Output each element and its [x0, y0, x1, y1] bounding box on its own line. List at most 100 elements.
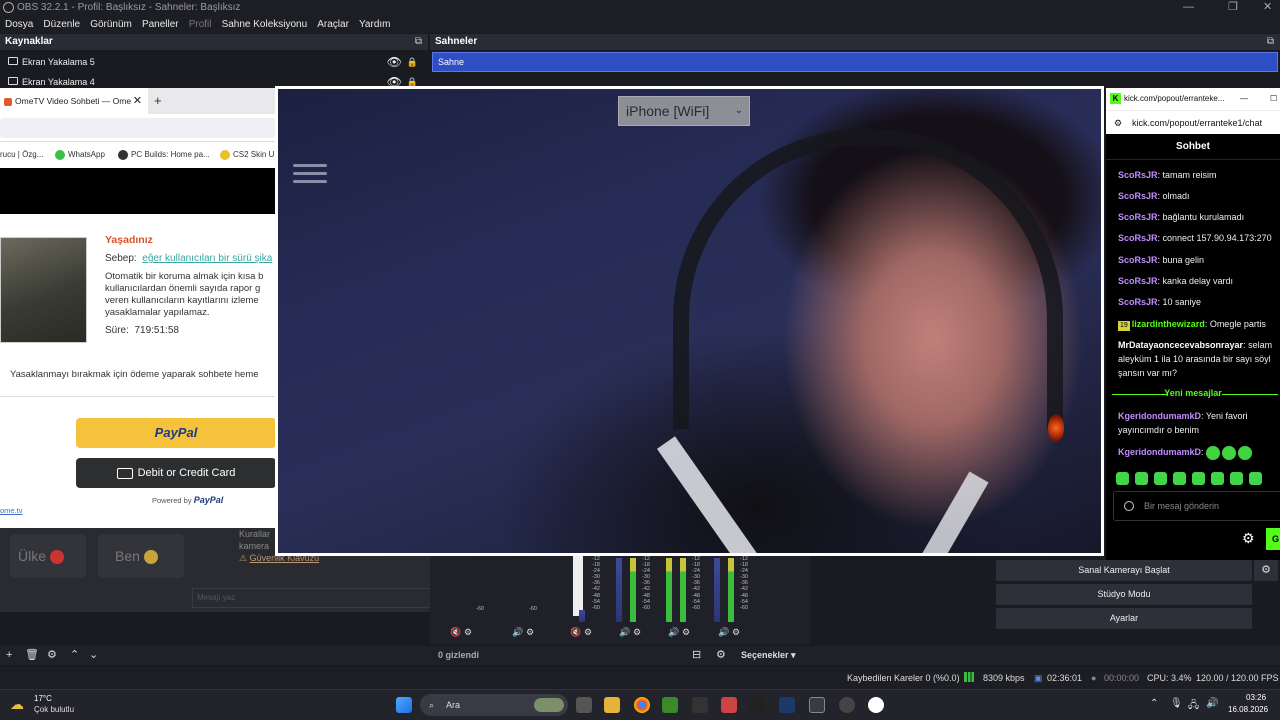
menu-docks[interactable]: Paneller	[142, 19, 179, 30]
maximize-icon[interactable]: ☐	[1270, 88, 1277, 110]
minimize-icon[interactable]: —	[1183, 0, 1194, 15]
chrome-icon[interactable]	[634, 697, 650, 713]
emoji-icon[interactable]	[1124, 501, 1134, 511]
chevron-down-icon[interactable]: ⌄	[89, 646, 98, 665]
trash-icon[interactable]: 🗑	[25, 646, 39, 665]
brave-icon[interactable]	[721, 697, 737, 713]
options-menu[interactable]: Seçenekler ▾	[741, 646, 796, 665]
epic-icon[interactable]	[692, 697, 708, 713]
me-button[interactable]: Ben	[98, 534, 184, 578]
emote-icon[interactable]	[1249, 472, 1262, 485]
country-button[interactable]: Ülke	[10, 534, 86, 578]
mixer-gear-icon[interactable]: ⚙	[633, 627, 641, 638]
browser-tab[interactable]: OmeTV Video Sohbeti — Ome ✕	[0, 88, 148, 114]
maximize-icon[interactable]: ❐	[1228, 0, 1238, 15]
tab-close-icon[interactable]: ✕	[133, 88, 142, 114]
paypal-button[interactable]: PayPal	[76, 418, 276, 448]
chat-username[interactable]: MrDatayaoncecevabsonrayar	[1118, 340, 1243, 350]
minimize-icon[interactable]: —	[1240, 88, 1248, 110]
studio-mode-button[interactable]: Stüdyo Modu	[996, 584, 1252, 605]
mixer-gear-icon[interactable]: ⚙	[464, 627, 472, 638]
add-icon[interactable]: +	[6, 646, 12, 665]
task-view-icon[interactable]	[576, 697, 592, 713]
reason-link[interactable]: eğer kullanıcıları bir sürü şika	[142, 253, 272, 264]
ometv-link[interactable]: ome.tv	[0, 506, 23, 515]
bookmark-item[interactable]: WhatsApp	[55, 142, 105, 168]
menu-profile[interactable]: Profil	[189, 19, 212, 30]
app2-icon[interactable]	[868, 697, 884, 713]
menu-view[interactable]: Görünüm	[90, 19, 132, 30]
emote-icon[interactable]	[1154, 472, 1167, 485]
menu-scene-collection[interactable]: Sahne Koleksiyonu	[222, 19, 308, 30]
bookmark-item[interactable]: PC Builds: Home pa...	[118, 142, 210, 168]
chevron-up-icon[interactable]: ⌃	[70, 646, 79, 665]
new-tab-icon[interactable]: +	[154, 88, 162, 114]
menu-help[interactable]: Yardım	[359, 19, 391, 30]
close-icon[interactable]: ✕	[1263, 0, 1272, 15]
chat-username[interactable]: lizardinthewizard	[1132, 319, 1205, 329]
chat-username[interactable]: ScoRsJR	[1118, 233, 1158, 243]
mixer-gear-icon[interactable]: ⚙	[526, 627, 534, 638]
settings-button[interactable]: Ayarlar	[996, 608, 1252, 629]
mic-icon[interactable]: 🎙	[1170, 698, 1183, 709]
visibility-eye-icon[interactable]: 👁	[387, 52, 402, 72]
windows-start-icon[interactable]	[396, 697, 412, 713]
emote-icon[interactable]	[1173, 472, 1186, 485]
emote-icon[interactable]	[1192, 472, 1205, 485]
app-icon[interactable]	[750, 697, 766, 713]
chat-username[interactable]: ScoRsJR	[1118, 276, 1158, 286]
send-button[interactable]: G	[1266, 528, 1280, 550]
chat-username[interactable]: KgeridondumamkD	[1118, 411, 1201, 421]
file-explorer-icon[interactable]	[604, 697, 620, 713]
steam-icon[interactable]	[779, 697, 795, 713]
site-settings-icon[interactable]: ⚙	[1114, 111, 1122, 135]
chat-username[interactable]: ScoRsJR	[1118, 212, 1158, 222]
address-bar[interactable]	[0, 114, 276, 142]
advanced-gear-icon[interactable]: ⚙	[716, 646, 726, 665]
emote-icon[interactable]	[1135, 472, 1148, 485]
speaker-icon[interactable]: 🔊	[619, 627, 630, 638]
virtual-camera-gear-icon[interactable]: ⚙	[1254, 560, 1278, 581]
bookmark-item[interactable]: CS2 Skin U	[220, 142, 274, 168]
network-icon[interactable]: 🖧	[1188, 698, 1199, 715]
menu-edit[interactable]: Düzenle	[43, 19, 80, 30]
scene-item-selected[interactable]: Sahne	[432, 52, 1278, 72]
speaker-icon[interactable]: 🔊	[512, 627, 523, 638]
menu-file[interactable]: Dosya	[5, 19, 33, 30]
tray-chevron-icon[interactable]: ⌃	[1150, 698, 1158, 709]
mixer-gear-icon[interactable]: ⚙	[682, 627, 690, 638]
dock-float-icon[interactable]: ⧉	[415, 34, 422, 50]
emote-icon[interactable]	[1211, 472, 1224, 485]
nvidia-icon[interactable]	[662, 697, 678, 713]
kick-url-bar[interactable]: ⚙ kick.com/popout/erranteke1/chat	[1106, 110, 1280, 134]
mute-icon[interactable]: 🔇	[450, 627, 461, 638]
chat-username[interactable]: ScoRsJR	[1118, 191, 1158, 201]
mixer-gear-icon[interactable]: ⚙	[732, 627, 740, 638]
start-virtual-camera-button[interactable]: Sanal Kamerayı Başlat	[996, 560, 1252, 581]
chat-username[interactable]: KgeridondumamkD	[1118, 447, 1201, 457]
chat-username[interactable]: ScoRsJR	[1118, 255, 1158, 265]
address-field[interactable]	[0, 118, 276, 138]
volume-slider[interactable]	[573, 556, 583, 616]
program-preview[interactable]: iPhone [WiFi] ⌄	[275, 86, 1104, 556]
chat-username[interactable]: ScoRsJR	[1118, 297, 1158, 307]
menu-tools[interactable]: Araçlar	[317, 19, 349, 30]
taskbar-search[interactable]: ⌕ Ara	[420, 694, 568, 716]
chrome-active-icon[interactable]	[809, 697, 825, 713]
layout-icon[interactable]: ⊟	[692, 646, 701, 665]
speaker-icon[interactable]: 🔊	[668, 627, 679, 638]
emote-icon[interactable]	[1230, 472, 1243, 485]
speaker-icon[interactable]: 🔊	[718, 627, 729, 638]
chat-username[interactable]: ScoRsJR	[1118, 170, 1158, 180]
volume-icon[interactable]: 🔊	[1206, 698, 1218, 709]
card-button[interactable]: Debit or Credit Card	[76, 458, 276, 488]
gear-icon[interactable]: ⚙	[1242, 530, 1255, 547]
gear-icon[interactable]: ⚙	[47, 646, 57, 665]
mixer-gear-icon[interactable]: ⚙	[584, 627, 592, 638]
source-item[interactable]: Ekran Yakalama 5 👁 🔒	[0, 52, 428, 72]
lock-icon[interactable]: 🔒	[407, 52, 418, 72]
obs-icon[interactable]	[839, 697, 855, 713]
dock-float-icon[interactable]: ⧉	[1267, 34, 1274, 50]
chat-input[interactable]: Bir mesaj gönderin	[1113, 491, 1280, 521]
mute-icon[interactable]: 🔇	[570, 627, 581, 638]
